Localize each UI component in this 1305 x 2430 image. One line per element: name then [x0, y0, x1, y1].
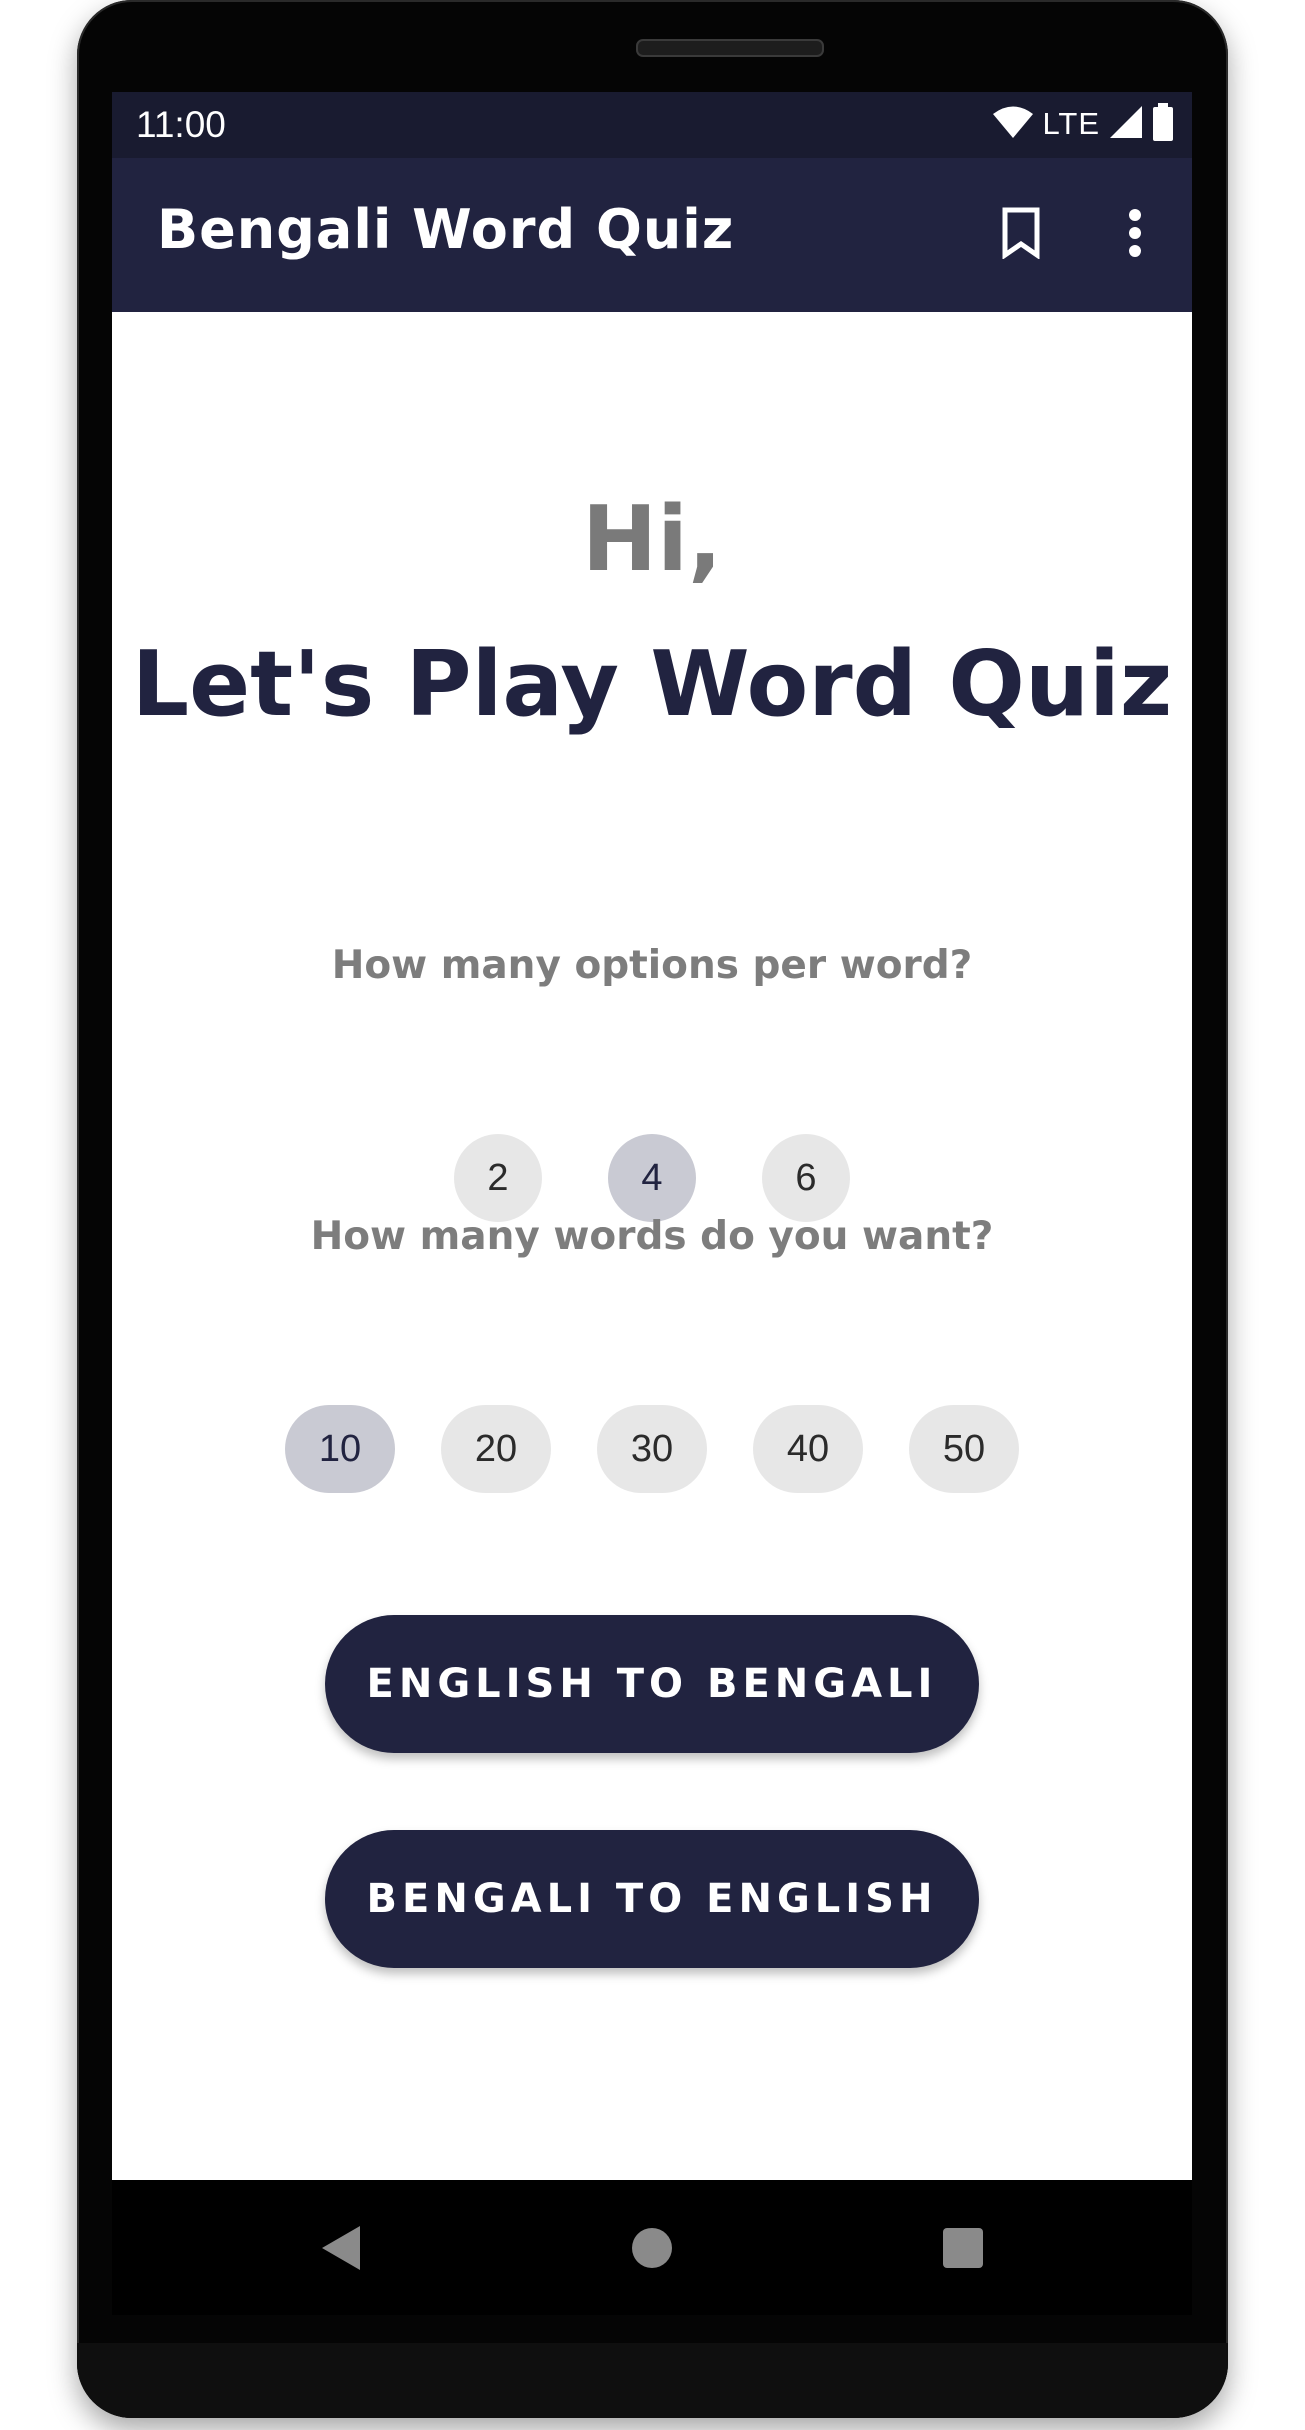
- status-time: 11:00: [136, 104, 226, 145]
- option-chip-6[interactable]: 6: [762, 1134, 850, 1222]
- back-button[interactable]: [302, 2210, 382, 2290]
- words-chip-30[interactable]: 30: [597, 1405, 707, 1493]
- recents-icon: [942, 2227, 984, 2273]
- navigation-bar: [112, 2180, 1192, 2315]
- app-title: Bengali Word Quiz: [157, 198, 735, 261]
- greeting-text: Hi,: [581, 487, 723, 592]
- home-button[interactable]: [612, 2210, 692, 2290]
- home-icon: [631, 2227, 673, 2273]
- english-to-bengali-button[interactable]: ENGLISH TO BENGALI: [325, 1615, 979, 1753]
- overflow-menu-icon: [1128, 208, 1142, 262]
- words-chip-10[interactable]: 10: [285, 1405, 395, 1493]
- status-bar: 11:00 LTE: [112, 92, 1192, 158]
- words-chip-20[interactable]: 20: [441, 1405, 551, 1493]
- bookmark-icon: [1001, 207, 1041, 263]
- option-chip-2[interactable]: 2: [454, 1134, 542, 1222]
- headline-text: Let's Play Word Quiz: [131, 632, 1173, 737]
- words-chip-50[interactable]: 50: [909, 1405, 1019, 1493]
- wifi-icon: [992, 105, 1034, 143]
- option-chip-4[interactable]: 4: [608, 1134, 696, 1222]
- earpiece-speaker: [636, 39, 824, 57]
- overflow-menu-button[interactable]: [1102, 202, 1168, 268]
- options-question: How many options per word?: [331, 943, 973, 988]
- words-chip-40[interactable]: 40: [753, 1405, 863, 1493]
- app-screen: 11:00 LTE Bengali Word Quiz Hi, Let's Pl…: [112, 92, 1192, 2180]
- signal-icon: [1108, 104, 1144, 144]
- bengali-to-english-button[interactable]: BENGALI TO ENGLISH: [325, 1830, 979, 1968]
- bookmark-button[interactable]: [988, 202, 1054, 268]
- back-icon: [320, 2224, 364, 2276]
- phone-chin: [77, 2343, 1228, 2418]
- status-icons: LTE: [992, 102, 1174, 146]
- network-type: LTE: [1042, 106, 1100, 141]
- battery-icon: [1152, 103, 1174, 145]
- words-question: How many words do you want?: [310, 1214, 994, 1259]
- recents-button[interactable]: [923, 2210, 1003, 2290]
- app-bar: Bengali Word Quiz: [112, 158, 1192, 312]
